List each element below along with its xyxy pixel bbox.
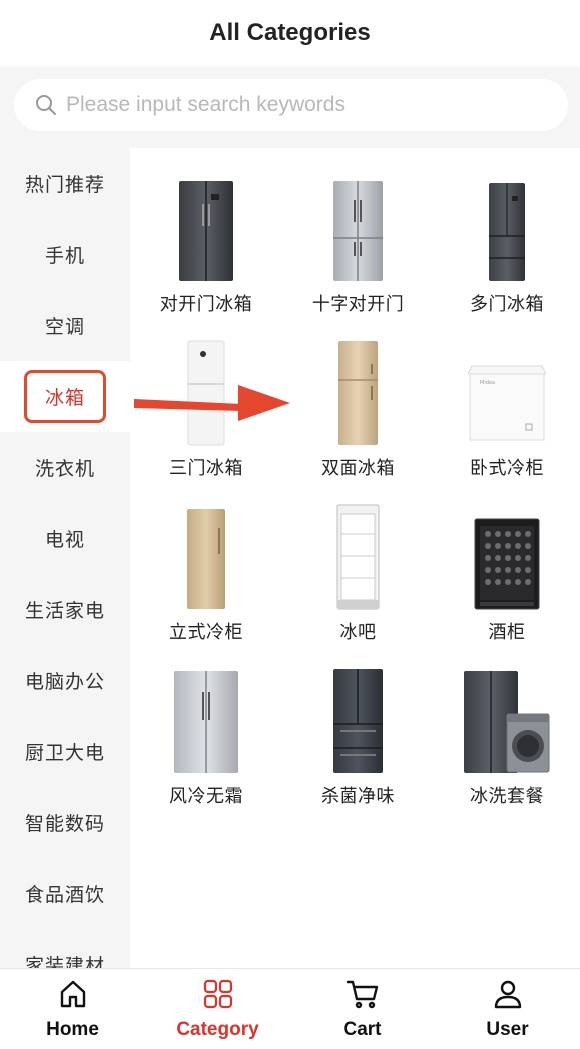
- subcategory-grid: 对开门冰箱 十字对开门 多门冰箱 三门冰箱 双面冰箱 Midea 卧式冷柜 立式…: [130, 148, 580, 828]
- wine-cabinet-icon: [474, 500, 540, 610]
- cross-door-fridge-icon: [332, 172, 384, 282]
- annotation-arrow: [134, 385, 290, 421]
- sidebar-item-label: 食品酒饮: [24, 885, 105, 906]
- sidebar-item-label: 电视: [44, 530, 85, 551]
- sidebar-item-home-appliances[interactable]: 生活家电: [0, 574, 130, 645]
- tab-user[interactable]: User: [435, 969, 580, 1049]
- product-item[interactable]: 双面冰箱: [282, 336, 434, 500]
- category-sidebar: 热门推荐 手机 空调 冰箱 洗衣机 电视 生活家电 电脑办公 厨卫大电 智能数码…: [0, 148, 130, 968]
- product-name: 双面冰箱: [321, 458, 395, 478]
- product-item[interactable]: 冰洗套餐: [434, 664, 580, 828]
- sidebar-item-label: 空调: [44, 317, 85, 338]
- sidebar-item-label: 家装建材: [24, 956, 105, 968]
- glass-door-cooler-icon: [336, 500, 380, 610]
- tab-home[interactable]: Home: [0, 969, 145, 1049]
- tab-cart[interactable]: Cart: [290, 969, 435, 1049]
- chest-freezer-icon: Midea: [468, 336, 546, 446]
- sidebar-item-label: 热门推荐: [24, 175, 105, 196]
- sidebar-item-label: 生活家电: [24, 601, 105, 622]
- sidebar-item-label: 手机: [44, 246, 85, 267]
- product-name: 对开门冰箱: [159, 294, 253, 314]
- sidebar-item-building[interactable]: 家装建材: [0, 929, 130, 968]
- product-name: 立式冷柜: [169, 622, 243, 642]
- grid-icon: [202, 978, 234, 1015]
- sidebar-item-label: 厨卫大电: [24, 743, 105, 764]
- search-icon: [34, 93, 58, 117]
- svg-text:Midea: Midea: [480, 380, 495, 386]
- sidebar-item-label: 电脑办公: [24, 672, 105, 693]
- product-name: 冰洗套餐: [470, 786, 544, 806]
- subcategory-panel: 对开门冰箱 十字对开门 多门冰箱 三门冰箱 双面冰箱 Midea 卧式冷柜 立式…: [130, 148, 580, 968]
- sidebar-item-kitchen[interactable]: 厨卫大电: [0, 716, 130, 787]
- page-title: All Categories: [209, 19, 371, 46]
- sidebar-item-label: 冰箱: [23, 370, 106, 423]
- product-item[interactable]: 杀菌净味: [282, 664, 434, 828]
- product-name: 多门冰箱: [470, 294, 544, 314]
- frost-free-fridge-icon: [173, 664, 239, 774]
- tab-label: Home: [46, 1018, 99, 1040]
- sidebar-item-label: 智能数码: [24, 814, 105, 835]
- product-item[interactable]: 风冷无霜: [130, 664, 282, 828]
- user-icon: [492, 978, 524, 1015]
- side-by-side-fridge-icon: [178, 172, 234, 282]
- two-door-fridge-icon: [337, 336, 379, 446]
- upright-freezer-icon: [186, 500, 226, 610]
- product-item[interactable]: 冰吧: [282, 500, 434, 664]
- product-name: 酒柜: [488, 622, 526, 642]
- french-door-fridge-icon: [332, 664, 384, 774]
- product-name: 风冷无霜: [169, 786, 243, 806]
- fridge-washer-bundle-icon: [463, 664, 551, 774]
- product-item[interactable]: 十字对开门: [282, 172, 434, 336]
- multi-door-fridge-icon: [488, 172, 526, 282]
- search-input[interactable]: [64, 92, 548, 118]
- product-name: 冰吧: [339, 622, 377, 642]
- sidebar-item-digital[interactable]: 智能数码: [0, 787, 130, 858]
- tab-category[interactable]: Category: [145, 969, 290, 1049]
- tab-label: Category: [176, 1018, 259, 1040]
- tab-label: User: [486, 1018, 529, 1040]
- sidebar-item-food[interactable]: 食品酒饮: [0, 858, 130, 929]
- product-name: 卧式冷柜: [470, 458, 544, 478]
- search-area: [0, 66, 580, 148]
- header-bar: All Categories: [0, 0, 580, 66]
- sidebar-item-hot[interactable]: 热门推荐: [0, 148, 130, 219]
- product-item[interactable]: Midea 卧式冷柜: [434, 336, 580, 500]
- sidebar-item-phones[interactable]: 手机: [0, 219, 130, 290]
- sidebar-item-ac[interactable]: 空调: [0, 290, 130, 361]
- product-name: 十字对开门: [311, 294, 405, 314]
- product-item[interactable]: 立式冷柜: [130, 500, 282, 664]
- sidebar-item-tv[interactable]: 电视: [0, 503, 130, 574]
- sidebar-item-washer[interactable]: 洗衣机: [0, 432, 130, 503]
- product-name: 三门冰箱: [169, 458, 243, 478]
- cart-icon: [346, 978, 380, 1015]
- sidebar-item-computers[interactable]: 电脑办公: [0, 645, 130, 716]
- home-icon: [57, 978, 89, 1015]
- product-item[interactable]: 对开门冰箱: [130, 172, 282, 336]
- product-item[interactable]: 酒柜: [434, 500, 580, 664]
- product-name: 杀菌净味: [321, 786, 395, 806]
- bottom-tab-bar: Home Category Cart User: [0, 968, 580, 1049]
- tab-label: Cart: [343, 1018, 382, 1040]
- search-box[interactable]: [14, 79, 568, 131]
- sidebar-item-label: 洗衣机: [34, 459, 95, 480]
- product-item[interactable]: 多门冰箱: [434, 172, 580, 336]
- sidebar-item-fridge[interactable]: 冰箱: [0, 361, 130, 432]
